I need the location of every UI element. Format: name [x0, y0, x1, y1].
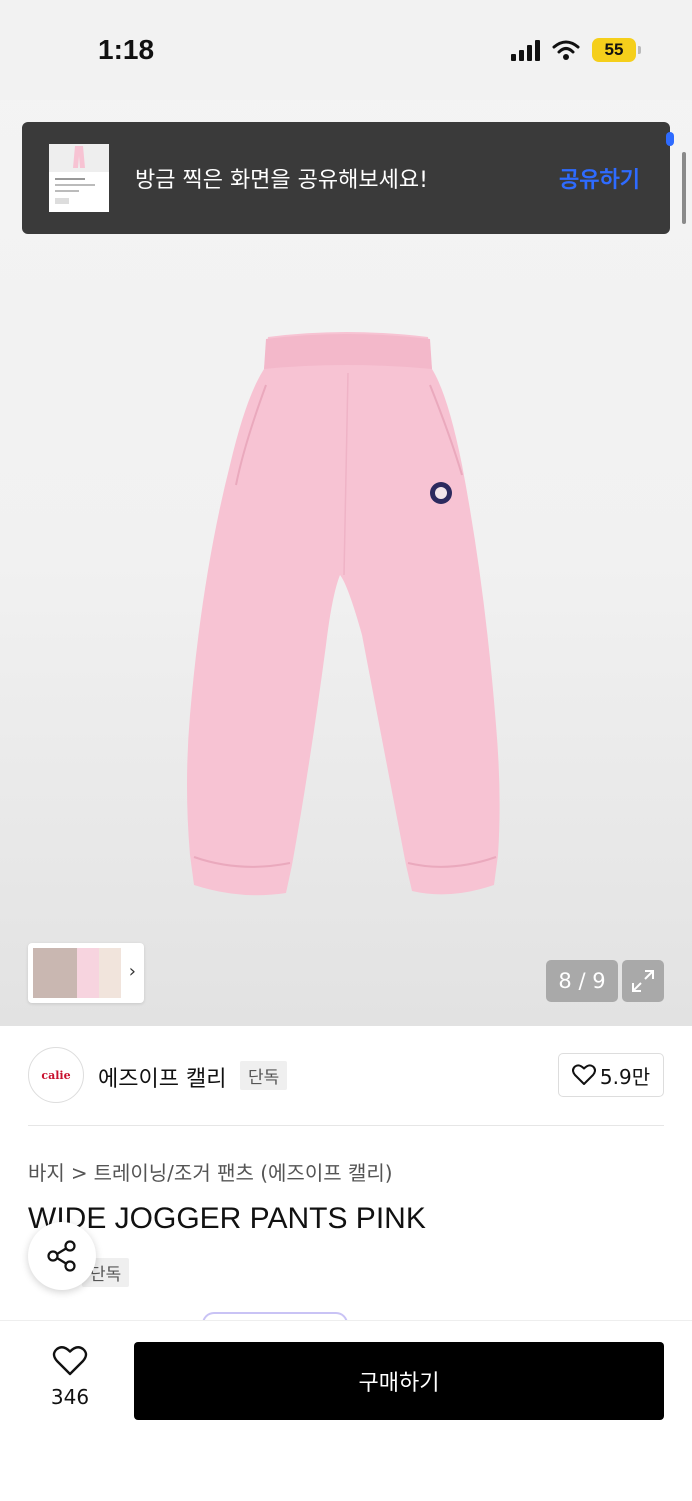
wishlist-button[interactable]: 346 [40, 1345, 100, 1409]
expand-button[interactable] [622, 960, 664, 1002]
thumbnail[interactable] [33, 948, 77, 998]
scroll-indicator [682, 152, 686, 224]
heart-icon [571, 1064, 596, 1085]
wishlist-count: 346 [50, 1385, 90, 1409]
share-button[interactable] [28, 1222, 96, 1290]
wifi-icon [552, 40, 580, 60]
product-image [187, 332, 500, 896]
battery-indicator: 55 [592, 38, 641, 62]
notification-dot [666, 132, 674, 146]
product-title: WIDE JOGGER PANTS PINK [28, 1202, 426, 1235]
status-bar: 1:18 55 [0, 0, 692, 100]
screenshot-thumbnail[interactable] [49, 144, 109, 212]
breadcrumb-subcategory[interactable]: 트레이닝/조거 팬츠 (에즈이프 캘리) [94, 1161, 393, 1185]
thumbnail[interactable] [99, 948, 121, 998]
chevron-right-icon: › [128, 961, 136, 982]
signal-icon [511, 39, 540, 61]
exclusive-badge: 단독 [240, 1061, 288, 1090]
toast-share-button[interactable]: 공유하기 [559, 162, 640, 194]
thumbnail[interactable] [77, 948, 99, 998]
image-counter: 8 / 9 [546, 960, 618, 1002]
brand-name[interactable]: 에즈이프 캘리 [98, 1061, 226, 1093]
image-thumbnail-strip[interactable]: › [28, 943, 144, 1003]
breadcrumb-category[interactable]: 바지 [28, 1161, 65, 1185]
buy-button[interactable]: 구매하기 [134, 1342, 664, 1420]
share-icon [47, 1240, 76, 1272]
divider [28, 1125, 664, 1126]
brand-logo[interactable]: calie [28, 1047, 84, 1103]
bottom-action-bar: 346 구매하기 [0, 1320, 692, 1501]
breadcrumb-separator: > [70, 1161, 88, 1185]
brand-like-count: 5.9만 [599, 1064, 651, 1089]
status-time: 1:18 [98, 34, 155, 65]
share-toast: 방금 찍은 화면을 공유해보세요! 공유하기 [22, 122, 670, 234]
breadcrumb: 바지 > 트레이닝/조거 팬츠 (에즈이프 캘리) [28, 1157, 393, 1186]
brand-like-button[interactable]: 5.9만 [558, 1053, 664, 1097]
expand-icon [632, 970, 654, 992]
heart-icon [52, 1346, 88, 1376]
brand-row: calie 에즈이프 캘리 단독 5.9만 [28, 1047, 664, 1105]
toast-message: 방금 찍은 화면을 공유해보세요! [135, 168, 428, 193]
